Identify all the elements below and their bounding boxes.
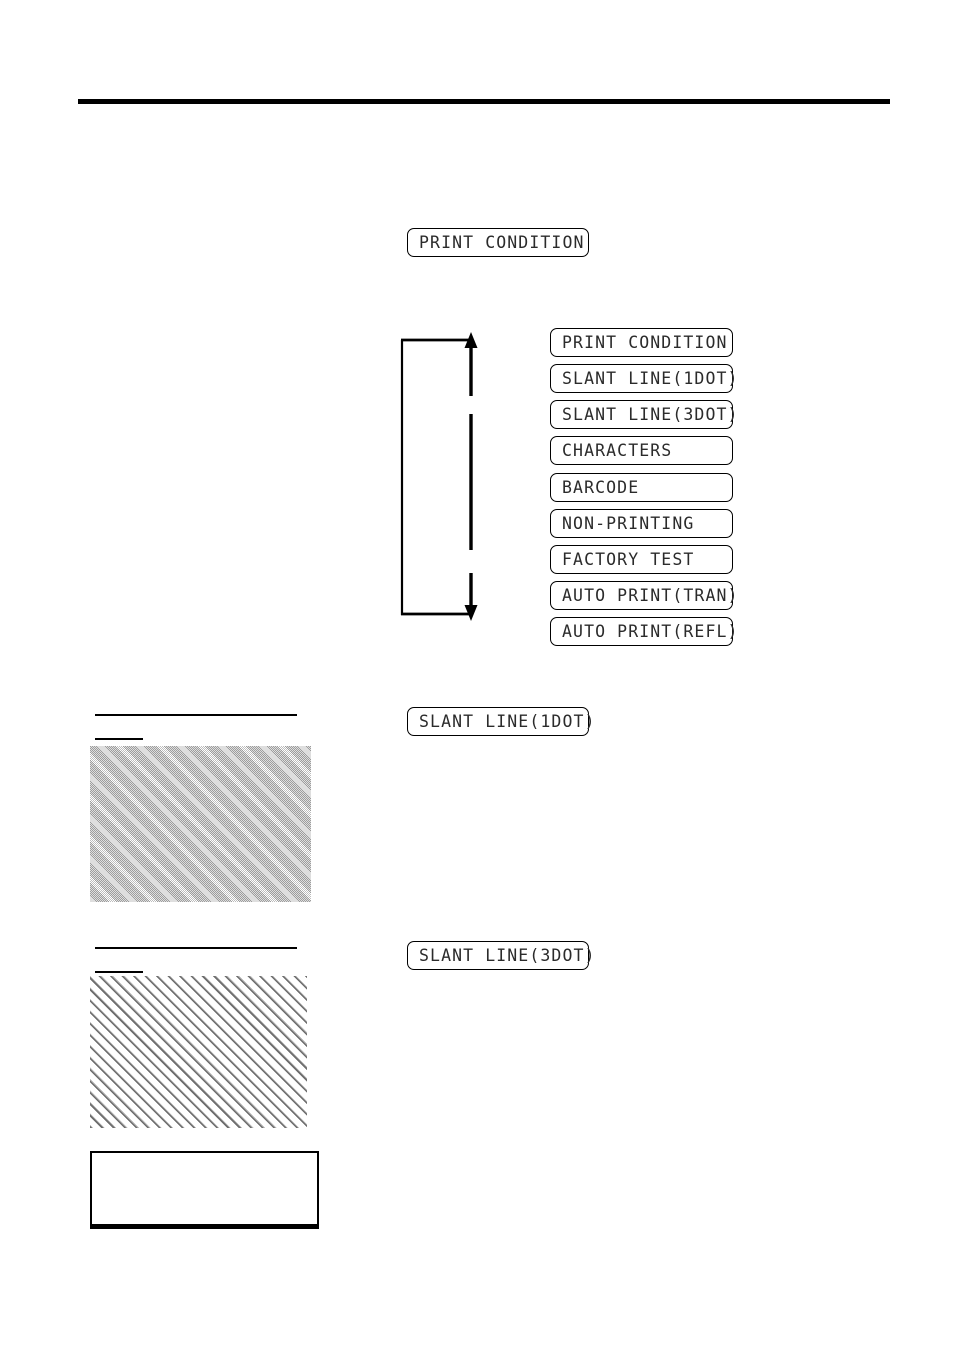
- header-rule: [78, 99, 890, 104]
- menu-item-auto-print-refl[interactable]: AUTO PRINT(REFL): [550, 617, 737, 646]
- menu-item-barcode[interactable]: BARCODE: [550, 473, 733, 502]
- lcd-display-slant-line-3dot: SLANT LINE(3DOT): [407, 941, 594, 970]
- document-page: PRINT CONDITION PRINT CONDITION SLANT LI…: [0, 0, 954, 1348]
- blank-sample-frame: [90, 1151, 319, 1229]
- menu-item-slant-line-3dot[interactable]: SLANT LINE(3DOT): [550, 400, 737, 429]
- menu-item-print-condition[interactable]: PRINT CONDITION: [550, 328, 733, 357]
- menu-item-auto-print-tran[interactable]: AUTO PRINT(TRAN): [550, 581, 737, 610]
- sample-3dot-heading-rule: [95, 947, 297, 950]
- sample-1dot-heading-rule: [95, 714, 297, 717]
- sample-3dot-subheading-rule: [95, 971, 143, 974]
- menu-item-characters[interactable]: CHARACTERS: [550, 436, 733, 465]
- menu-item-factory-test[interactable]: FACTORY TEST: [550, 545, 733, 574]
- menu-item-non-printing[interactable]: NON-PRINTING: [550, 509, 733, 538]
- menu-item-slant-line-1dot[interactable]: SLANT LINE(1DOT): [550, 364, 737, 393]
- menu-loop-arrow-diagram: [398, 328, 493, 623]
- print-sample-slant-line-1dot: [90, 746, 311, 902]
- lcd-display-print-condition: PRINT CONDITION: [407, 228, 589, 257]
- print-sample-slant-line-3dot: [90, 976, 307, 1128]
- lcd-display-slant-line-1dot: SLANT LINE(1DOT): [407, 707, 594, 736]
- sample-1dot-subheading-rule: [95, 738, 143, 741]
